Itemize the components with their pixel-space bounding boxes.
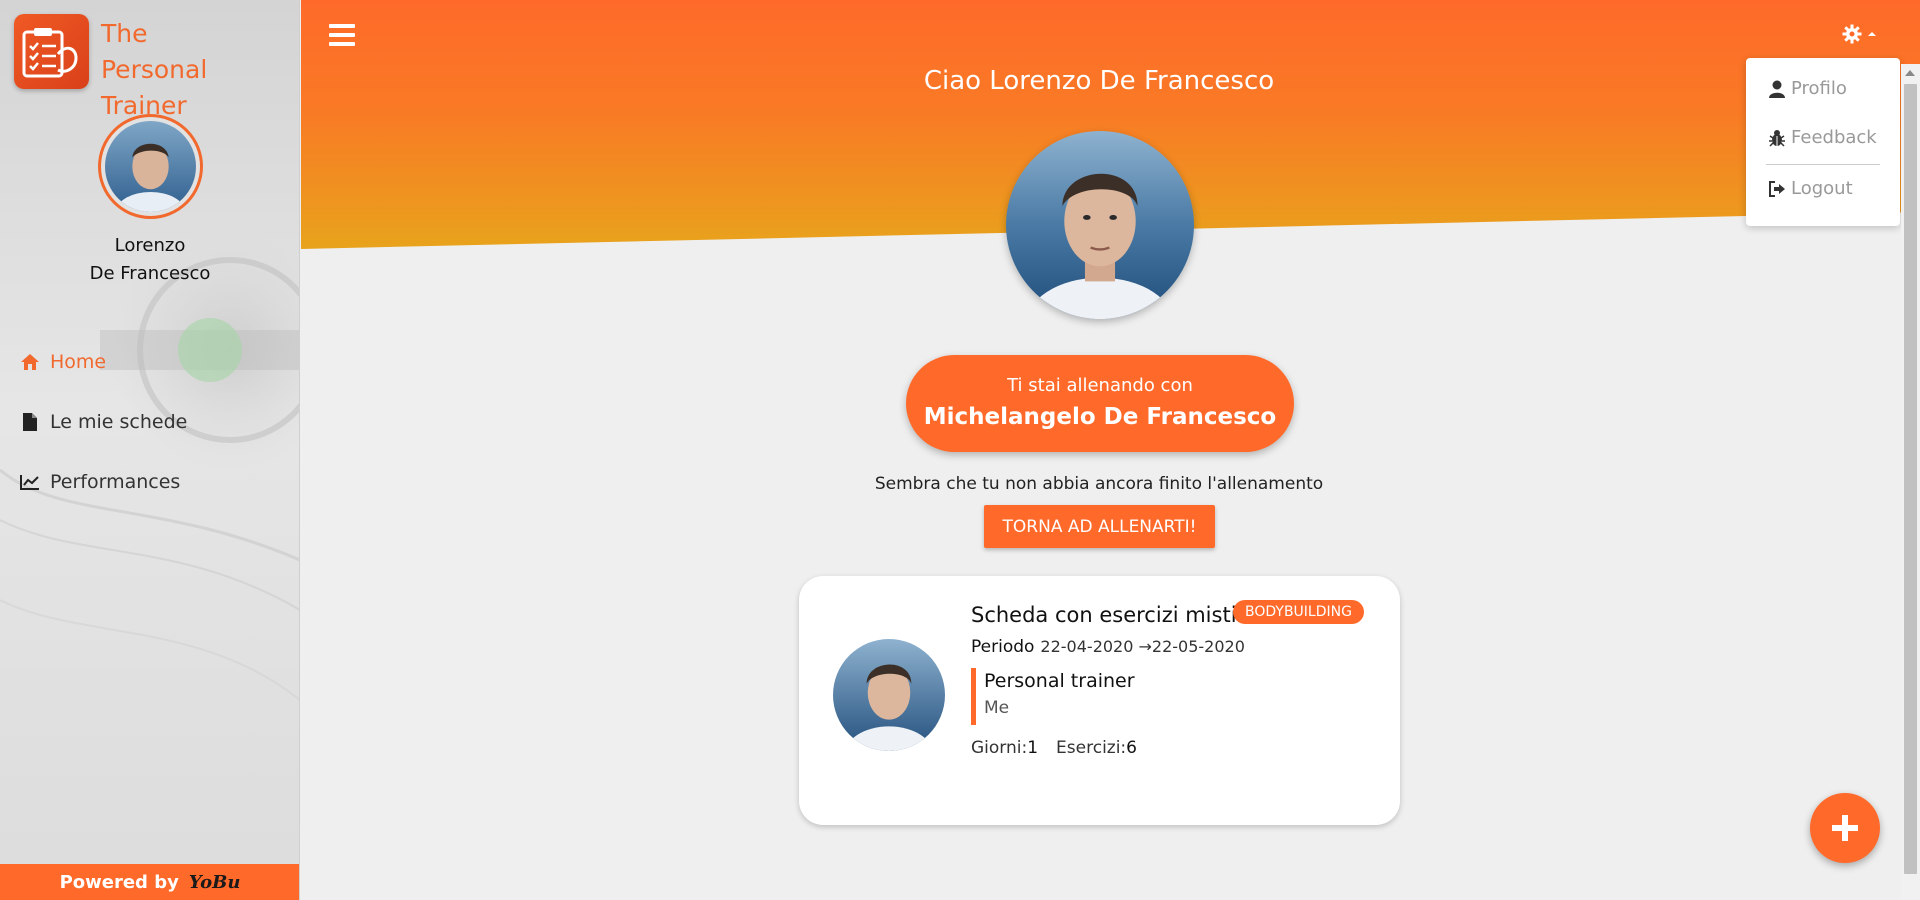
trainer-pill-label: Ti stai allenando con <box>1007 375 1193 396</box>
document-icon <box>20 412 40 432</box>
days-label: Giorni: <box>971 738 1028 758</box>
scroll-up-arrow-icon[interactable] <box>1905 70 1915 76</box>
exercises-value: 6 <box>1126 738 1137 758</box>
app-logo[interactable] <box>14 14 89 89</box>
category-badge: BODYBUILDING <box>1233 600 1364 624</box>
plan-title: Scheda con esercizi misti <box>971 603 1237 627</box>
user-photo <box>833 639 945 751</box>
resume-workout-button[interactable]: TORNA AD ALLENARTI! <box>984 505 1215 548</box>
sidebar-item-label: Home <box>50 351 107 373</box>
line-chart-icon <box>20 472 40 492</box>
menu-item-feedback[interactable]: Feedback <box>1767 127 1877 148</box>
scrollbar-thumb[interactable] <box>1904 84 1917 874</box>
workout-plan-card[interactable]: Scheda con esercizi misti BODYBUILDING P… <box>799 576 1400 825</box>
plus-icon <box>1832 815 1858 841</box>
days-value: 1 <box>1027 738 1039 758</box>
user-icon <box>1767 79 1787 99</box>
trainer-name: Michelangelo De Francesco <box>923 404 1277 430</box>
trainer-avatar <box>833 639 945 751</box>
current-trainer-pill[interactable]: Ti stai allenando con Michelangelo De Fr… <box>906 355 1294 452</box>
settings-dropdown-toggle[interactable] <box>1842 22 1882 46</box>
trainer-value: Me <box>984 698 1010 718</box>
sidebar-last-name: De Francesco <box>89 263 211 284</box>
caret-up-icon <box>1868 32 1876 36</box>
home-icon <box>20 352 40 372</box>
clipboard-muscle-icon <box>22 28 78 78</box>
period-label: Periodo <box>971 637 1035 657</box>
sidebar-item-le-mie-schede[interactable]: Le mie schede <box>0 392 299 452</box>
powered-by-footer[interactable]: Powered by YoBu <box>0 864 299 900</box>
sidebar-item-home[interactable]: Home <box>0 332 299 392</box>
menu-item-logout[interactable]: Logout <box>1767 178 1853 199</box>
menu-item-label: Feedback <box>1791 127 1877 148</box>
hamburger-bar <box>329 33 355 37</box>
sidebar-user-name: Lorenzo De Francesco <box>0 232 299 288</box>
hamburger-bar <box>329 24 355 28</box>
user-photo <box>105 121 196 233</box>
settings-dropdown-menu: Profilo Feedback Logout <box>1746 58 1900 226</box>
menu-divider <box>1766 164 1880 165</box>
plan-trainer-block: Personal trainer Me <box>971 668 1135 725</box>
exercises-label: Esercizi: <box>1056 738 1127 758</box>
vertical-scrollbar[interactable] <box>1901 64 1920 900</box>
period-value: 22-04-2020 →22-05-2020 <box>1040 637 1245 656</box>
trainer-label: Personal trainer <box>984 670 1135 692</box>
sidebar-avatar[interactable] <box>98 114 203 233</box>
app-name-line1: The <box>101 19 148 48</box>
sidebar-item-performances[interactable]: Performances <box>0 452 299 512</box>
main-content: Ciao Lorenzo De Francesco Ti stai allena… <box>301 0 1920 900</box>
profile-avatar[interactable] <box>1006 131 1194 319</box>
sidebar-nav: Home Le mie schede Performances <box>0 332 299 512</box>
powered-by-label: Powered by <box>59 871 179 893</box>
plan-stats: Giorni:1 Esercizi:6 <box>971 738 1137 758</box>
menu-item-label: Profilo <box>1791 78 1847 99</box>
bug-icon <box>1767 128 1787 148</box>
sidebar: The Personal Trainer Lorenzo De Francesc… <box>0 0 300 900</box>
sidebar-first-name: Lorenzo <box>114 235 186 256</box>
menu-item-profilo[interactable]: Profilo <box>1767 78 1847 99</box>
menu-toggle-button[interactable] <box>329 24 355 46</box>
app-name[interactable]: The Personal Trainer <box>101 16 299 124</box>
add-button[interactable] <box>1810 793 1880 863</box>
yobu-logo: YoBu <box>188 871 241 893</box>
gear-icon <box>1842 24 1862 44</box>
user-photo <box>1006 131 1194 319</box>
menu-item-label: Logout <box>1791 178 1853 199</box>
sidebar-item-label: Performances <box>50 471 181 493</box>
app-name-line2: Personal Trainer <box>101 55 208 120</box>
unfinished-workout-notice: Sembra che tu non abbia ancora finito l'… <box>874 474 1324 494</box>
sidebar-item-label: Le mie schede <box>50 411 188 433</box>
sign-out-icon <box>1767 179 1787 199</box>
hamburger-bar <box>329 42 355 46</box>
page-title: Ciao Lorenzo De Francesco <box>923 66 1275 96</box>
plan-period: Periodo 22-04-2020 →22-05-2020 <box>971 637 1245 657</box>
